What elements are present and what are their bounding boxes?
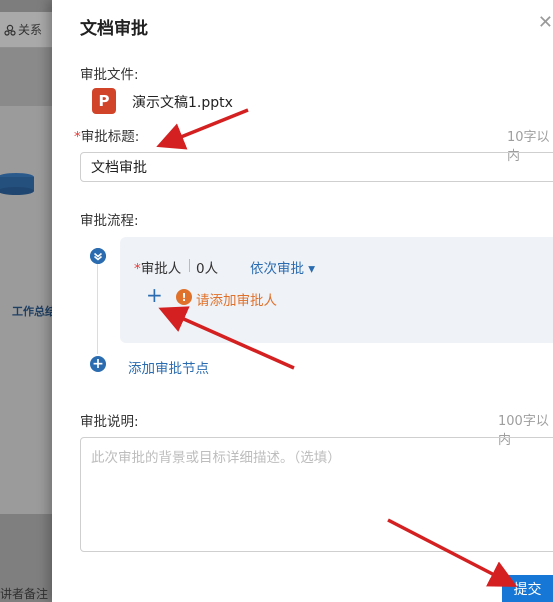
flow-timeline xyxy=(97,262,98,354)
add-approver-plus-icon[interactable]: + xyxy=(146,285,163,305)
add-node-link[interactable]: 添加审批节点 xyxy=(128,357,209,377)
file-section-label: 审批文件: xyxy=(80,67,139,83)
background-tab-label: 关系 xyxy=(18,23,43,37)
approval-title-input[interactable]: 文档审批 xyxy=(80,152,553,182)
background-canvas: 工作总结 xyxy=(0,106,60,514)
background-app: 关系 工作总结 讲者备注 xyxy=(0,0,60,602)
description-section-label: 审批说明: xyxy=(80,414,139,430)
title-label-text: 审批标题: xyxy=(80,129,140,145)
approval-node-card: *审批人 0人 依次审批 ▾ + ! 请添加审批人 xyxy=(120,237,553,343)
approval-dialog: 文档审批 ✕ 审批文件: P 演示文稿1.pptx *审批标题: 10字以内 文… xyxy=(52,0,553,602)
approver-count: 0人 xyxy=(196,261,219,277)
description-textarea[interactable]: 此次审批的背景或目标详细描述。（选填） xyxy=(80,437,553,552)
dialog-title: 文档审批 xyxy=(80,19,148,39)
collapse-chevron-icon[interactable] xyxy=(90,248,106,264)
divider xyxy=(189,259,190,272)
required-mark: * xyxy=(74,129,81,145)
approver-label: *审批人 xyxy=(134,257,181,277)
speaker-notes-label: 讲者备注 xyxy=(0,587,49,601)
approver-label-text: 审批人 xyxy=(140,261,182,277)
background-panel-label: 工作总结 xyxy=(12,305,56,318)
required-mark: * xyxy=(134,261,141,277)
add-node-plus-icon[interactable]: + xyxy=(90,356,106,372)
database-icon xyxy=(0,173,34,195)
approval-mode-dropdown[interactable]: 依次审批 ▾ xyxy=(250,257,315,277)
background-toolbar xyxy=(0,48,60,106)
share-icon xyxy=(4,24,16,36)
title-section-label: *审批标题: xyxy=(74,125,139,145)
background-tab: 关系 xyxy=(0,12,60,48)
flow-section-label: 审批流程: xyxy=(80,213,139,229)
warning-icon: ! xyxy=(176,289,192,305)
close-icon[interactable]: ✕ xyxy=(538,12,553,33)
add-approver-link[interactable]: 请添加审批人 xyxy=(196,289,277,309)
file-name: 演示文稿1.pptx xyxy=(132,95,233,111)
submit-button[interactable]: 提交 xyxy=(502,575,553,602)
ppt-file-icon: P xyxy=(92,88,116,114)
